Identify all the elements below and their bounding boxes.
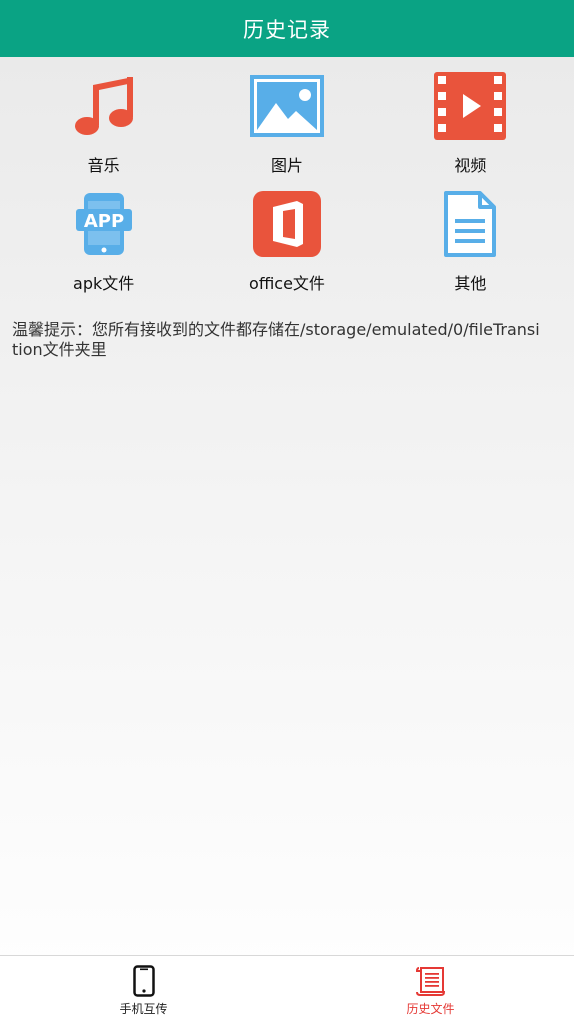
category-other[interactable]: 其他	[379, 182, 562, 300]
music-note-icon	[66, 68, 142, 144]
office-icon	[249, 186, 325, 262]
bottom-navigation: 手机互传 历史文件	[0, 955, 574, 1023]
nav-phone-transfer[interactable]: 手机互传	[0, 956, 287, 1023]
storage-tip: 温馨提示：您所有接收到的文件都存储在/storage/emulated/0/fi…	[12, 320, 540, 359]
page-title: 历史记录	[243, 17, 331, 42]
category-label: 视频	[454, 156, 487, 175]
app-header: 历史记录	[0, 0, 574, 57]
nav-label: 历史文件	[406, 1001, 455, 1016]
category-label: apk文件	[73, 274, 135, 293]
category-label: office文件	[249, 274, 325, 293]
category-video[interactable]: 视频	[379, 64, 562, 182]
nav-history-files[interactable]: 历史文件	[287, 956, 574, 1023]
category-picture[interactable]: 图片	[195, 64, 378, 182]
app-phone-icon: APP	[66, 186, 142, 262]
phone-icon	[132, 963, 155, 997]
document-icon	[432, 186, 508, 262]
category-music[interactable]: 音乐	[12, 64, 195, 182]
category-office[interactable]: office文件	[195, 182, 378, 300]
video-film-icon	[432, 68, 508, 144]
category-apk[interactable]: APP apk文件	[12, 182, 195, 300]
svg-text:APP: APP	[83, 211, 123, 232]
category-grid: 音乐 图片 视频 APP apk文件 office文件 其他	[12, 64, 562, 300]
category-label: 图片	[270, 156, 303, 175]
category-label: 音乐	[87, 156, 120, 175]
nav-label: 手机互传	[119, 1001, 168, 1016]
scroll-icon	[415, 963, 447, 997]
picture-icon	[249, 68, 325, 144]
category-label: 其他	[454, 274, 487, 293]
